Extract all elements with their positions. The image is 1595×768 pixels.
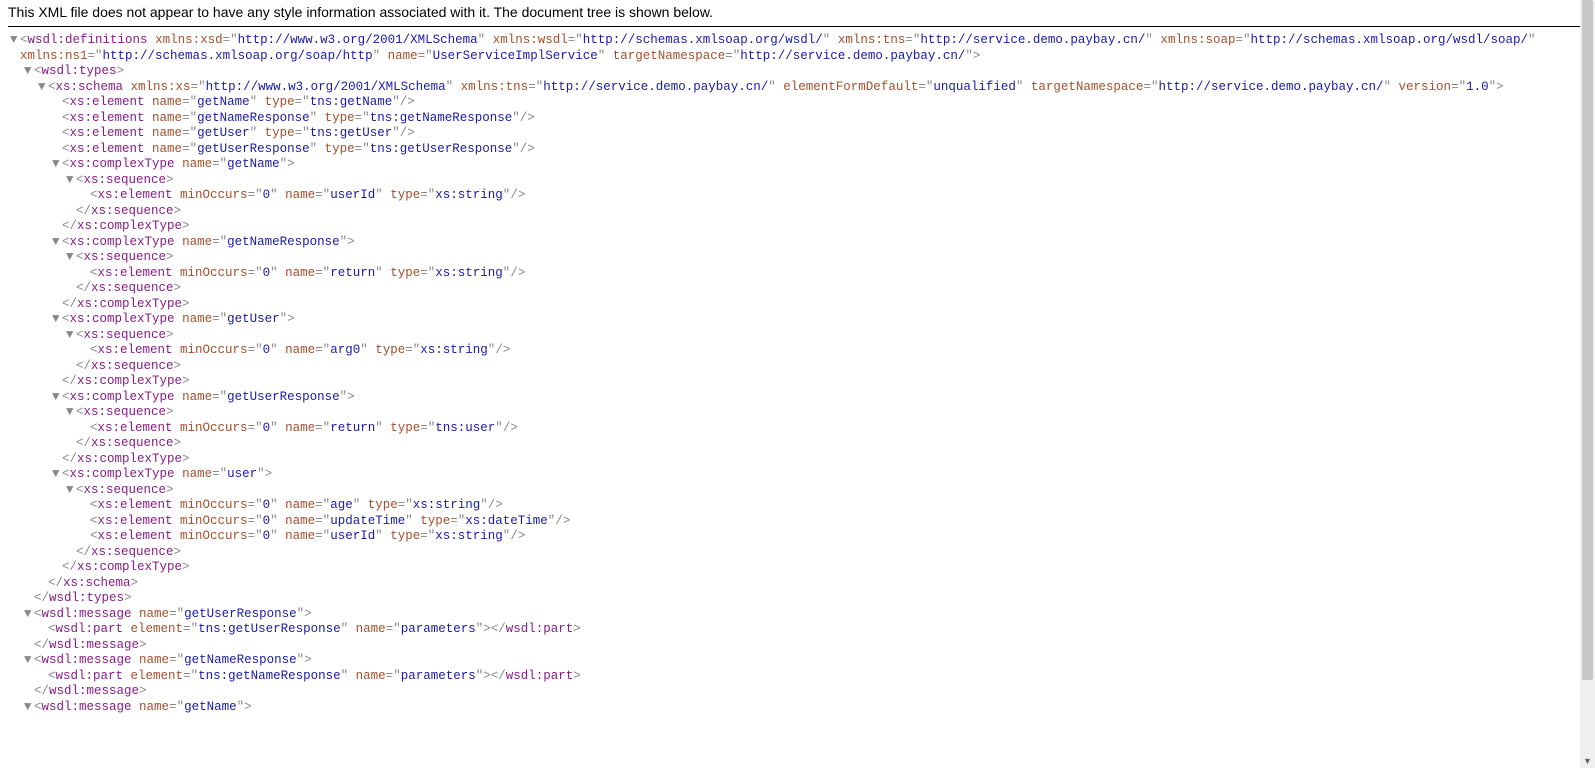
wsdl-part: <wsdl:part element="tns:getUserResponse"… [48,622,581,636]
toggle-icon[interactable]: ▼ [52,157,62,173]
xs-complextype: <xs:complexType name="user"> [62,467,272,481]
toggle-icon[interactable]: ▼ [52,390,62,406]
wsdl-message: <wsdl:message name="getUserResponse"> [34,607,312,621]
toggle-icon[interactable]: ▼ [38,80,48,96]
xs-sequence-close: </xs:sequence> [76,545,181,559]
toggle-icon[interactable]: ▼ [24,700,34,716]
toggle-icon[interactable]: ▼ [24,653,34,669]
xs-element: <xs:element minOccurs="0" name="return" … [90,421,518,435]
scroll-down-icon[interactable]: ▼ [1580,753,1595,768]
banner-text: This XML file does not appear to have an… [0,0,1595,26]
separator [8,26,1587,27]
wsdl-message: <wsdl:message name="getNameResponse"> [34,653,312,667]
toggle-icon[interactable]: ▼ [24,607,34,623]
xs-element: <xs:element name="getName" type="tns:get… [62,95,415,109]
toggle-icon[interactable]: ▼ [52,467,62,483]
xs-complextype-close: </xs:complexType> [62,219,190,233]
xs-sequence-close: </xs:sequence> [76,204,181,218]
xs-schema-close: </xs:schema> [48,576,138,590]
wsdl-types-open: <wsdl:types> [34,64,124,78]
xs-complextype: <xs:complexType name="getName"> [62,157,295,171]
toggle-icon[interactable]: ▼ [52,312,62,328]
xml-tree: ▼<wsdl:definitions xmlns:xsd="http://www… [0,33,1595,715]
wsdl-message: <wsdl:message name="getName"> [34,700,252,714]
xs-complextype: <xs:complexType name="getNameResponse"> [62,235,355,249]
xs-schema-open: <xs:schema xmlns:xs="http://www.w3.org/2… [48,80,1504,94]
toggle-icon[interactable]: ▼ [66,173,76,189]
xs-complextype-close: </xs:complexType> [62,374,190,388]
wsdl-message-close: </wsdl:message> [34,638,147,652]
scrollbar[interactable]: ▲ ▼ [1580,0,1595,768]
xs-element: <xs:element minOccurs="0" name="arg0" ty… [90,343,510,357]
xs-element: <xs:element minOccurs="0" name="return" … [90,266,525,280]
xs-element: <xs:element minOccurs="0" name="updateTi… [90,514,570,528]
toggle-icon[interactable]: ▼ [10,33,20,49]
wsdl-types-close: </wsdl:types> [34,591,132,605]
xs-element: <xs:element name="getUser" type="tns:get… [62,126,415,140]
xs-element: <xs:element name="getUserResponse" type=… [62,142,535,156]
xs-sequence-open: <xs:sequence> [76,483,174,497]
toggle-icon[interactable]: ▼ [66,328,76,344]
xs-element: <xs:element minOccurs="0" name="age" typ… [90,498,503,512]
xs-sequence-open: <xs:sequence> [76,328,174,342]
wsdl-message-close: </wsdl:message> [34,684,147,698]
xs-sequence-open: <xs:sequence> [76,173,174,187]
xs-element: <xs:element minOccurs="0" name="userId" … [90,188,525,202]
scroll-thumb[interactable] [1582,0,1593,680]
toggle-icon[interactable]: ▼ [52,235,62,251]
wsdl-definitions-open: <wsdl:definitions xmlns:xsd="http://www.… [20,33,1550,64]
xs-element: <xs:element name="getNameResponse" type=… [62,111,535,125]
xs-sequence-close: </xs:sequence> [76,359,181,373]
xs-sequence-open: <xs:sequence> [76,250,174,264]
toggle-icon[interactable]: ▼ [66,483,76,499]
xs-element: <xs:element minOccurs="0" name="userId" … [90,529,525,543]
toggle-icon[interactable]: ▼ [66,405,76,421]
xs-complextype-close: </xs:complexType> [62,560,190,574]
toggle-icon[interactable]: ▼ [66,250,76,266]
xs-complextype-close: </xs:complexType> [62,297,190,311]
xs-complextype-close: </xs:complexType> [62,452,190,466]
xs-complextype: <xs:complexType name="getUser"> [62,312,295,326]
xs-complextype: <xs:complexType name="getUserResponse"> [62,390,355,404]
xs-sequence-open: <xs:sequence> [76,405,174,419]
wsdl-part: <wsdl:part element="tns:getNameResponse"… [48,669,581,683]
xs-sequence-close: </xs:sequence> [76,281,181,295]
xs-sequence-close: </xs:sequence> [76,436,181,450]
toggle-icon[interactable]: ▼ [24,64,34,80]
